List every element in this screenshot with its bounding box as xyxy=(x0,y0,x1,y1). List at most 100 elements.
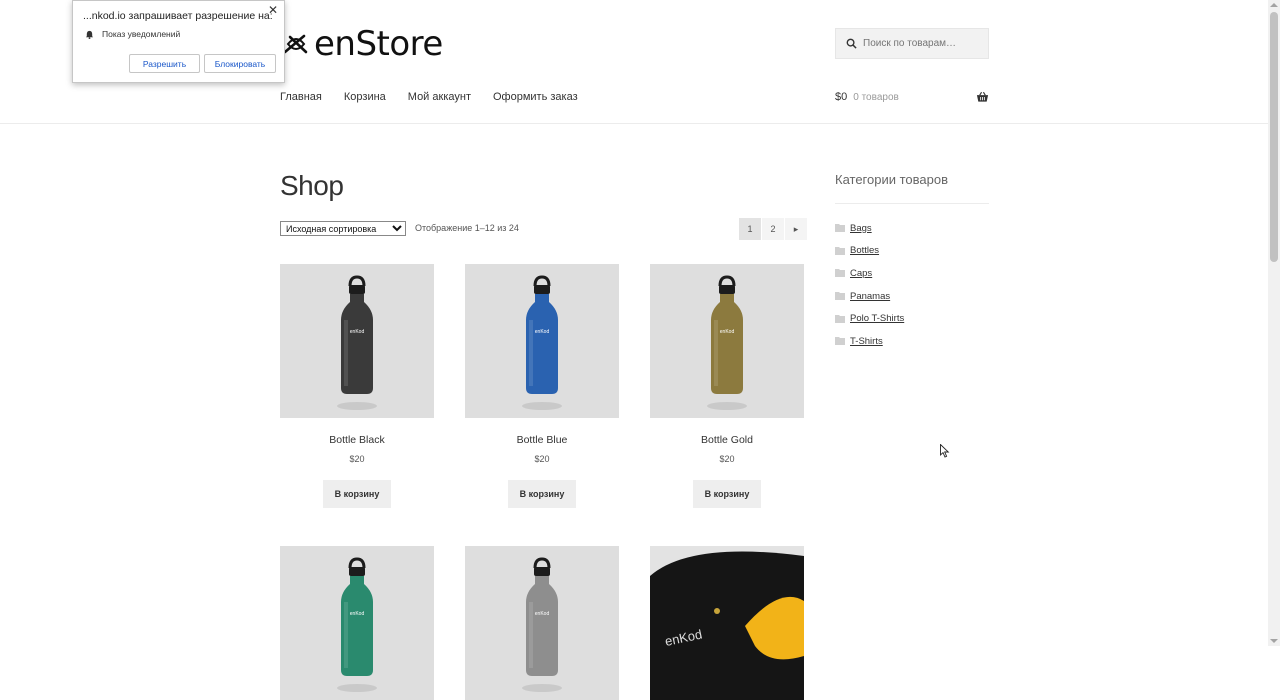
pagination: 1 2 ▸ xyxy=(739,218,807,240)
product-name[interactable]: Bottle Gold xyxy=(650,434,804,448)
add-to-cart-button[interactable]: В корзину xyxy=(323,480,391,508)
nav-home[interactable]: Главная xyxy=(280,91,322,103)
folder-icon xyxy=(835,314,845,323)
category-link-polo-tshirts[interactable]: Polo T-Shirts xyxy=(850,313,904,324)
folder-icon xyxy=(835,246,845,255)
bottle-shape xyxy=(707,402,747,410)
bottle-shape xyxy=(533,557,551,569)
bottle-shape xyxy=(337,684,377,692)
categories-divider xyxy=(835,203,989,204)
category-link-caps[interactable]: Caps xyxy=(850,268,872,279)
result-count: Отображение 1–12 из 24 xyxy=(415,223,519,233)
add-to-cart-button[interactable]: В корзину xyxy=(693,480,761,508)
nav-cart[interactable]: Корзина xyxy=(344,91,386,103)
add-to-cart-button[interactable]: В корзину xyxy=(508,480,576,508)
folder-icon xyxy=(835,269,845,278)
bottle-shape xyxy=(714,320,718,386)
site-logo[interactable]: enStore xyxy=(282,24,443,64)
product-card: enKod Bottle Black $20 В корзину xyxy=(280,264,434,508)
main-nav: Главная Корзина Мой аккаунт Оформить зак… xyxy=(280,91,600,103)
category-item: Polo T-Shirts xyxy=(835,307,904,330)
category-item: Bags xyxy=(835,217,904,240)
bottle-shape xyxy=(534,567,550,576)
product-image[interactable]: enKod xyxy=(465,546,619,700)
scroll-down-arrow-icon[interactable] xyxy=(1270,639,1278,643)
bottle-shape xyxy=(344,320,348,386)
category-link-bottles[interactable]: Bottles xyxy=(850,245,879,256)
search-icon xyxy=(846,38,857,49)
product-name[interactable]: Bottle Black xyxy=(280,434,434,448)
basket-icon xyxy=(976,91,989,102)
product-image-panama[interactable]: enKod xyxy=(650,546,804,700)
bottle-brand-label: enKod xyxy=(720,329,735,335)
bottle-shape xyxy=(348,557,366,569)
bottle-shape xyxy=(337,402,377,410)
folder-icon xyxy=(835,292,845,301)
page-2[interactable]: 2 xyxy=(762,218,784,240)
product-name[interactable]: Bottle Blue xyxy=(465,434,619,448)
page-title: Shop xyxy=(280,170,344,201)
category-link-tshirts[interactable]: T-Shirts xyxy=(850,336,883,347)
category-item: Panamas xyxy=(835,285,904,308)
product-image[interactable]: enKod xyxy=(280,264,434,418)
category-item: Caps xyxy=(835,262,904,285)
product-card: enKod xyxy=(280,546,434,700)
scroll-up-arrow-icon[interactable] xyxy=(1270,3,1278,7)
search-box[interactable] xyxy=(835,28,989,59)
nav-checkout[interactable]: Оформить заказ xyxy=(493,91,578,103)
product-card: enKod Bottle Blue $20 В корзину xyxy=(465,264,619,508)
scrollbar-thumb[interactable] xyxy=(1270,12,1278,262)
bottle-shape xyxy=(348,275,366,287)
bottle-shape xyxy=(533,275,551,287)
bottle-shape xyxy=(534,285,550,294)
product-image[interactable]: enKod xyxy=(465,264,619,418)
bottle-shape xyxy=(522,402,562,410)
product-card: enKod xyxy=(650,546,804,700)
bell-icon xyxy=(85,30,94,39)
folder-icon xyxy=(835,337,845,346)
next-page-icon[interactable]: ▸ xyxy=(785,218,807,240)
page-scrollbar[interactable] xyxy=(1268,0,1280,646)
product-image[interactable]: enKod xyxy=(280,546,434,700)
bottle-brand-label: enKod xyxy=(350,611,365,617)
allow-button[interactable]: Разрешить xyxy=(129,54,200,73)
notification-permission-popup: ...nkod.io запрашивает разрешение на: ✕ … xyxy=(72,0,285,83)
block-button[interactable]: Блокировать xyxy=(204,54,276,73)
folder-icon xyxy=(835,224,845,233)
bottle-shape xyxy=(344,602,348,668)
product-card: enKod xyxy=(465,546,619,700)
category-list: Bags Bottles Caps Panamas Polo T-Shirts … xyxy=(835,217,904,353)
bottle-brand-label: enKod xyxy=(535,611,550,617)
bottle-shape xyxy=(719,285,735,294)
sort-select[interactable]: Исходная сортировка xyxy=(280,221,406,236)
bottle-shape xyxy=(529,602,533,668)
popup-title: ...nkod.io запрашивает разрешение на: xyxy=(83,10,273,22)
page-1[interactable]: 1 xyxy=(739,218,761,240)
product-image[interactable]: enKod xyxy=(650,264,804,418)
popup-permission-label: Показ уведомлений xyxy=(102,29,181,39)
bottle-brand-label: enKod xyxy=(535,329,550,335)
nav-account[interactable]: Мой аккаунт xyxy=(408,91,471,103)
mouse-cursor-icon xyxy=(940,444,950,458)
bottle-shape xyxy=(529,320,533,386)
bottle-brand-label: enKod xyxy=(350,329,365,335)
logo-icon xyxy=(283,34,308,54)
search-input[interactable] xyxy=(863,38,983,49)
header-divider xyxy=(0,123,1268,124)
cart-count: 0 товаров xyxy=(853,91,899,103)
header-cart[interactable]: $0 0 товаров xyxy=(835,91,989,103)
category-link-panamas[interactable]: Panamas xyxy=(850,291,890,302)
category-link-bags[interactable]: Bags xyxy=(850,223,872,234)
product-price: $20 xyxy=(534,454,550,464)
popup-permission-row: Показ уведомлений xyxy=(85,29,180,39)
bottle-shape xyxy=(349,567,365,576)
logo-text: enStore xyxy=(314,24,443,64)
bottle-shape xyxy=(522,684,562,692)
bottle-shape xyxy=(349,285,365,294)
category-item: T-Shirts xyxy=(835,330,904,353)
close-icon[interactable]: ✕ xyxy=(268,3,278,17)
categories-title: Категории товаров xyxy=(835,172,949,187)
product-price: $20 xyxy=(349,454,365,464)
cart-amount: $0 xyxy=(835,91,848,103)
product-price: $20 xyxy=(719,454,735,464)
